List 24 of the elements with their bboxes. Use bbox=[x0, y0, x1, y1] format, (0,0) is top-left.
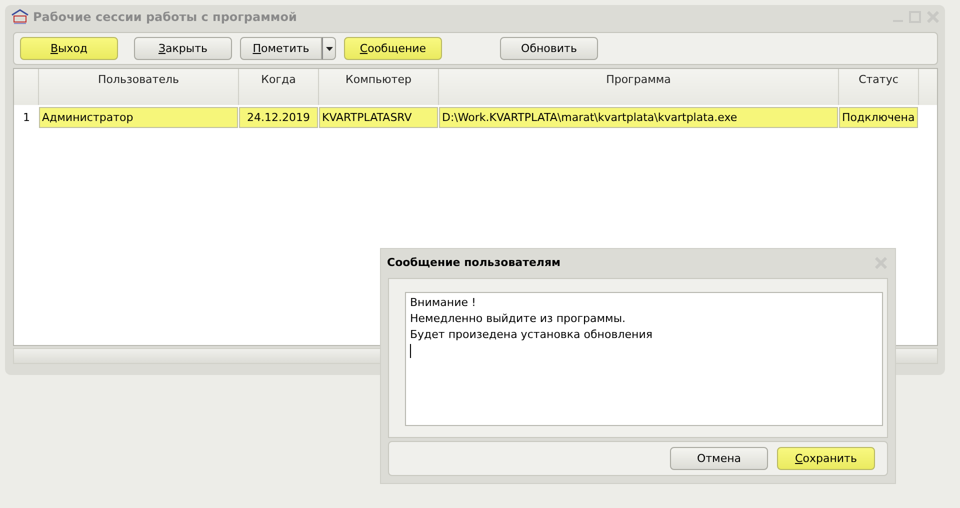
caret-icon bbox=[326, 46, 332, 50]
column-header[interactable]: Статус bbox=[839, 69, 919, 105]
column-header[interactable]: Когда bbox=[239, 69, 319, 105]
toolbar-button[interactable]: Пометить bbox=[240, 37, 322, 60]
table-cell[interactable]: 24.12.2019 bbox=[239, 107, 318, 128]
row-number: 1 bbox=[22, 110, 31, 126]
table-cell[interactable]: Подключена bbox=[839, 107, 918, 128]
dialog-button[interactable]: Отмена bbox=[670, 447, 768, 470]
column-header[interactable]: Пользователь bbox=[39, 69, 239, 105]
table-cell[interactable]: Администратор bbox=[39, 107, 238, 128]
app-logo-icon bbox=[11, 9, 29, 25]
column-header[interactable]: Компьютер bbox=[319, 69, 439, 105]
table-cell[interactable]: KVARTPLATASRV bbox=[319, 107, 438, 128]
dialog-title: Сообщение пользователям bbox=[387, 256, 562, 269]
dialog-button[interactable]: Сохранить bbox=[777, 447, 875, 470]
toolbar-button[interactable]: Выход bbox=[20, 37, 118, 60]
dropdown-button[interactable] bbox=[322, 37, 336, 60]
message-field[interactable]: Внимание ! Немедленно выйдите из программы. Будет произедена установка обновления bbox=[405, 292, 883, 426]
toolbar-button[interactable]: Обновить bbox=[500, 37, 598, 60]
toolbar-button[interactable]: Закрыть bbox=[134, 37, 232, 60]
column-header[interactable]: Программа bbox=[439, 69, 839, 105]
table-cell[interactable]: D:\Work.KVARTPLATA\marat\kvartplata\kvartplata.exe bbox=[439, 107, 838, 128]
toolbar-button[interactable]: Сообщение bbox=[344, 37, 442, 60]
window-title: Рабочие сессии работы с программой bbox=[33, 10, 298, 24]
